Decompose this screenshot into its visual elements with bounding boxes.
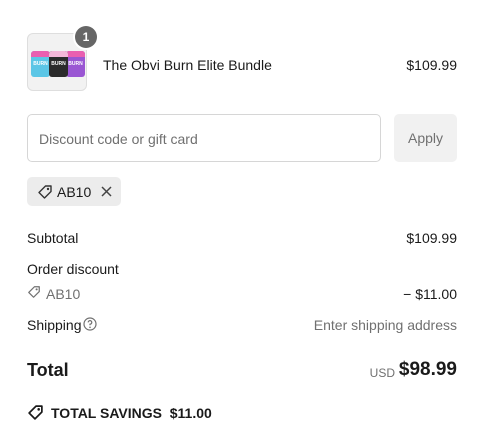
tag-icon [37,184,53,205]
applied-discount-code: AB10 [57,184,92,200]
discount-code-input[interactable]: Discount code or gift card [27,114,381,162]
total-label: Total [27,360,69,380]
discount-code-placeholder: Discount code or gift card [39,131,198,147]
quantity-badge: 1 [75,26,97,48]
product-name: The Obvi Burn Elite Bundle [103,57,272,73]
discount-code-summary: AB10 [46,286,81,302]
help-icon[interactable] [83,317,97,336]
total-savings: TOTAL SAVINGS $11.00 [51,405,212,421]
discount-value: − $11.00 [403,286,457,302]
savings-tag-icon [27,404,44,426]
subtotal-value: $109.99 [406,230,457,246]
shipping-value: Enter shipping address [313,317,457,333]
product-price: $109.99 [406,57,457,73]
total-value: $98.99 [398,359,457,380]
remove-discount-icon[interactable] [100,185,113,203]
order-discount-label: Order discount [27,261,119,277]
applied-discount-tag: AB10 [27,177,121,206]
shipping-label: Shipping [27,317,82,333]
discount-tag-icon [27,285,41,304]
currency-code: USD [369,366,395,380]
subtotal-label: Subtotal [27,230,79,246]
apply-button[interactable]: Apply [394,114,457,162]
